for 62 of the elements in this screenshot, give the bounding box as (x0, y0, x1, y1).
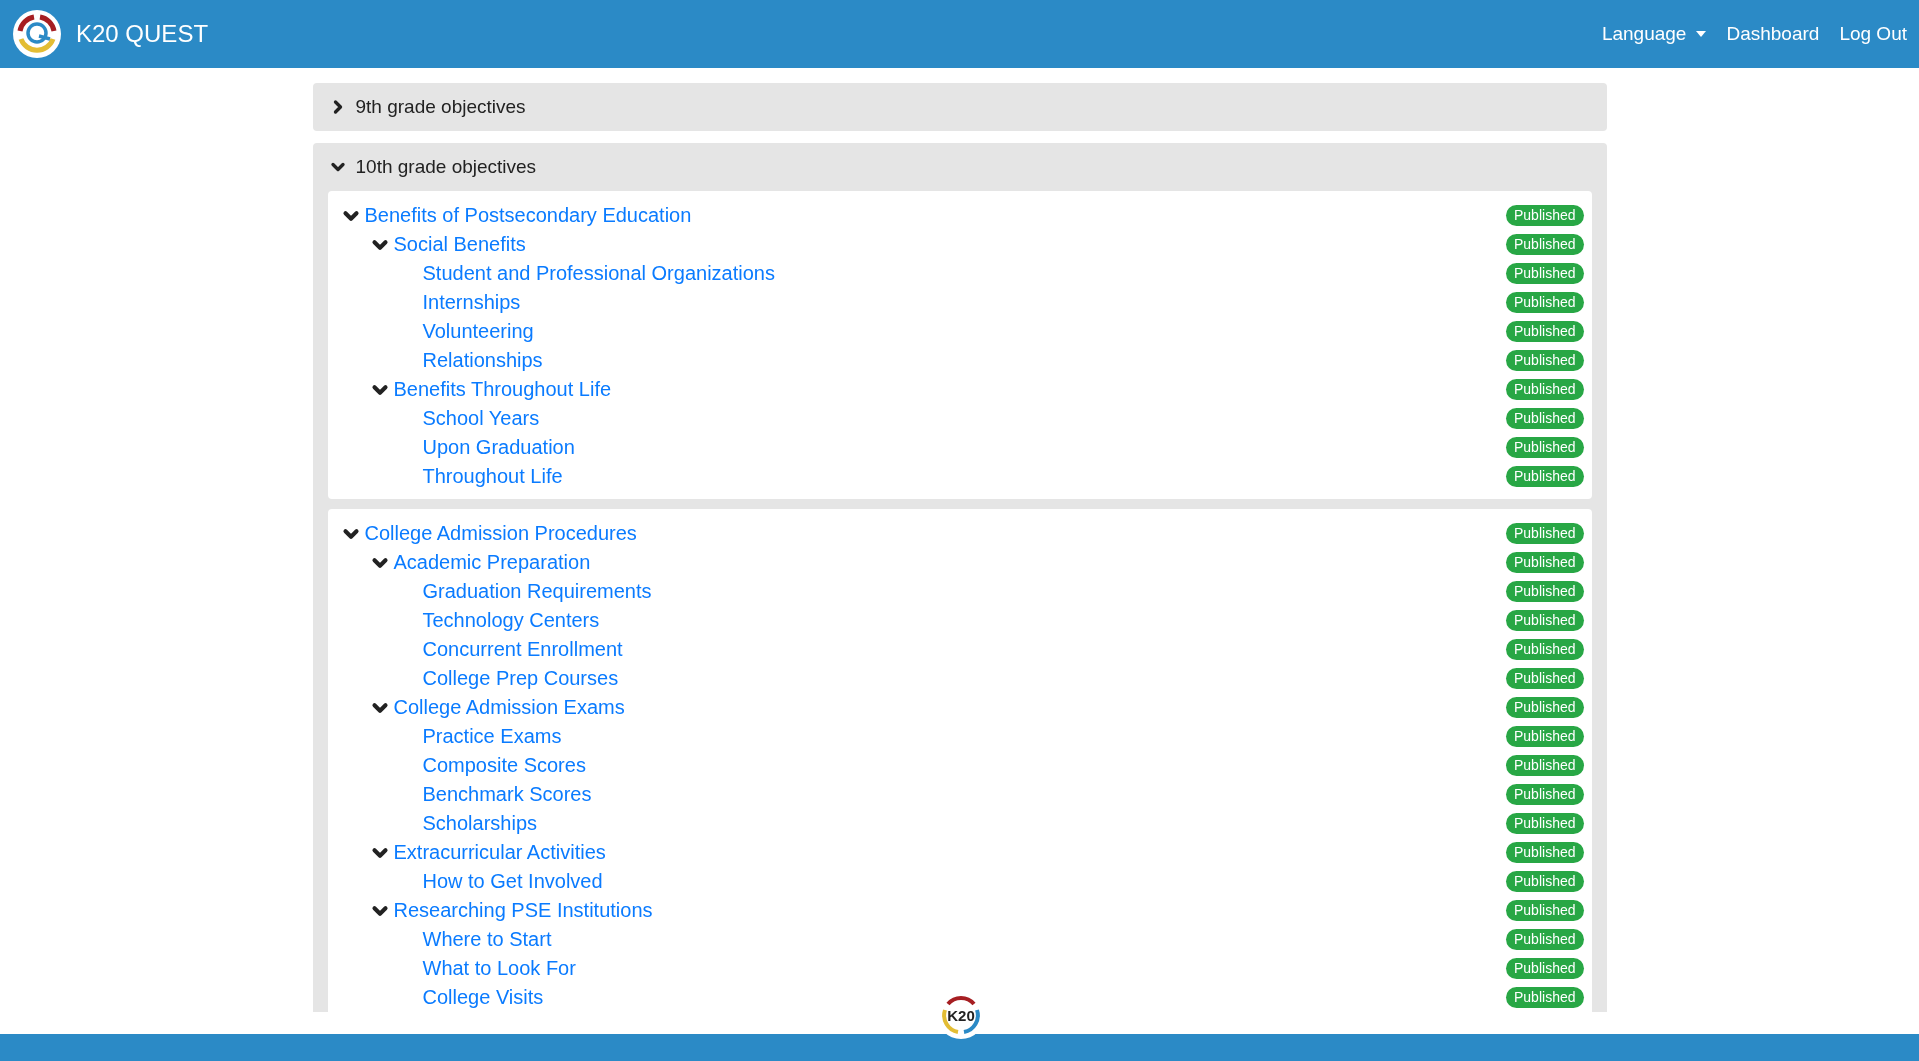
status-badge: Published (1506, 813, 1584, 834)
objective-link[interactable]: Practice Exams (422, 725, 562, 748)
status-badge: Published (1506, 958, 1584, 979)
objective-link[interactable]: Extracurricular Activities (393, 841, 606, 864)
objective-link[interactable]: Graduation Requirements (422, 580, 652, 603)
status-badge: Published (1506, 292, 1584, 313)
status-badge: Published (1506, 668, 1584, 689)
status-badge: Published (1506, 929, 1584, 950)
status-badge: Published (1506, 871, 1584, 892)
objective-link[interactable]: College Visits (422, 986, 544, 1009)
status-badge: Published (1506, 581, 1584, 602)
status-badge: Published (1506, 726, 1584, 747)
objective-link[interactable]: Student and Professional Organizations (422, 262, 775, 285)
objective-link[interactable]: Relationships (422, 349, 543, 372)
status-badge: Published (1506, 263, 1584, 284)
status-badge: Published (1506, 900, 1584, 921)
status-badge: Published (1506, 697, 1584, 718)
status-badge: Published (1506, 842, 1584, 863)
status-badge: Published (1506, 784, 1584, 805)
status-badge: Published (1506, 379, 1584, 400)
status-badge: Published (1506, 987, 1584, 1008)
objective-link[interactable]: College Admission Exams (393, 696, 625, 719)
objective-link[interactable]: Technology Centers (422, 609, 600, 632)
objective-link[interactable]: College Prep Courses (422, 667, 619, 690)
caret-icon (1696, 31, 1707, 37)
status-badge: Published (1506, 523, 1584, 544)
objective-link[interactable]: Scholarships (422, 812, 537, 835)
brand-title: K20 QUEST (76, 20, 209, 48)
objective-link[interactable]: What to Look For (422, 957, 576, 980)
logo-icon (12, 9, 62, 59)
language-dropdown[interactable]: Language (1601, 23, 1707, 45)
status-badge: Published (1506, 408, 1584, 429)
objective-link[interactable]: Benefits Throughout Life (393, 378, 612, 401)
status-badge: Published (1506, 350, 1584, 371)
status-badge: Published (1506, 321, 1584, 342)
accordion-header[interactable]: 9th grade objectives (327, 83, 526, 131)
status-badge: Published (1506, 234, 1584, 255)
objective-link[interactable]: Benefits of Postsecondary Education (364, 204, 692, 227)
objective-link[interactable]: Upon Graduation (422, 436, 575, 459)
nav-link[interactable]: Dashboard (1726, 23, 1820, 45)
objective-link[interactable]: Concurrent Enrollment (422, 638, 623, 661)
objective-link[interactable]: How to Get Involved (422, 870, 603, 893)
status-badge: Published (1506, 552, 1584, 573)
status-badge: Published (1506, 755, 1584, 776)
objective-link[interactable]: Researching PSE Institutions (393, 899, 653, 922)
objective-link[interactable]: Volunteering (422, 320, 534, 343)
objective-link[interactable]: Social Benefits (393, 233, 526, 256)
status-badge: Published (1506, 466, 1584, 487)
status-badge: Published (1506, 205, 1584, 226)
objective-link[interactable]: Benchmark Scores (422, 783, 592, 806)
status-badge: Published (1506, 610, 1584, 631)
status-badge: Published (1506, 639, 1584, 660)
objective-link[interactable]: Academic Preparation (393, 551, 591, 574)
objective-link[interactable]: Composite Scores (422, 754, 586, 777)
nav-link[interactable]: Log Out (1839, 23, 1907, 45)
objective-link[interactable]: Internships (422, 291, 521, 314)
objective-link[interactable]: College Admission Procedures (364, 522, 637, 545)
accordion-header[interactable]: 10th grade objectives (327, 143, 537, 191)
status-badge: Published (1506, 437, 1584, 458)
objective-link[interactable]: Where to Start (422, 928, 552, 951)
objective-link[interactable]: School Years (422, 407, 540, 430)
objective-link[interactable]: Throughout Life (422, 465, 563, 488)
